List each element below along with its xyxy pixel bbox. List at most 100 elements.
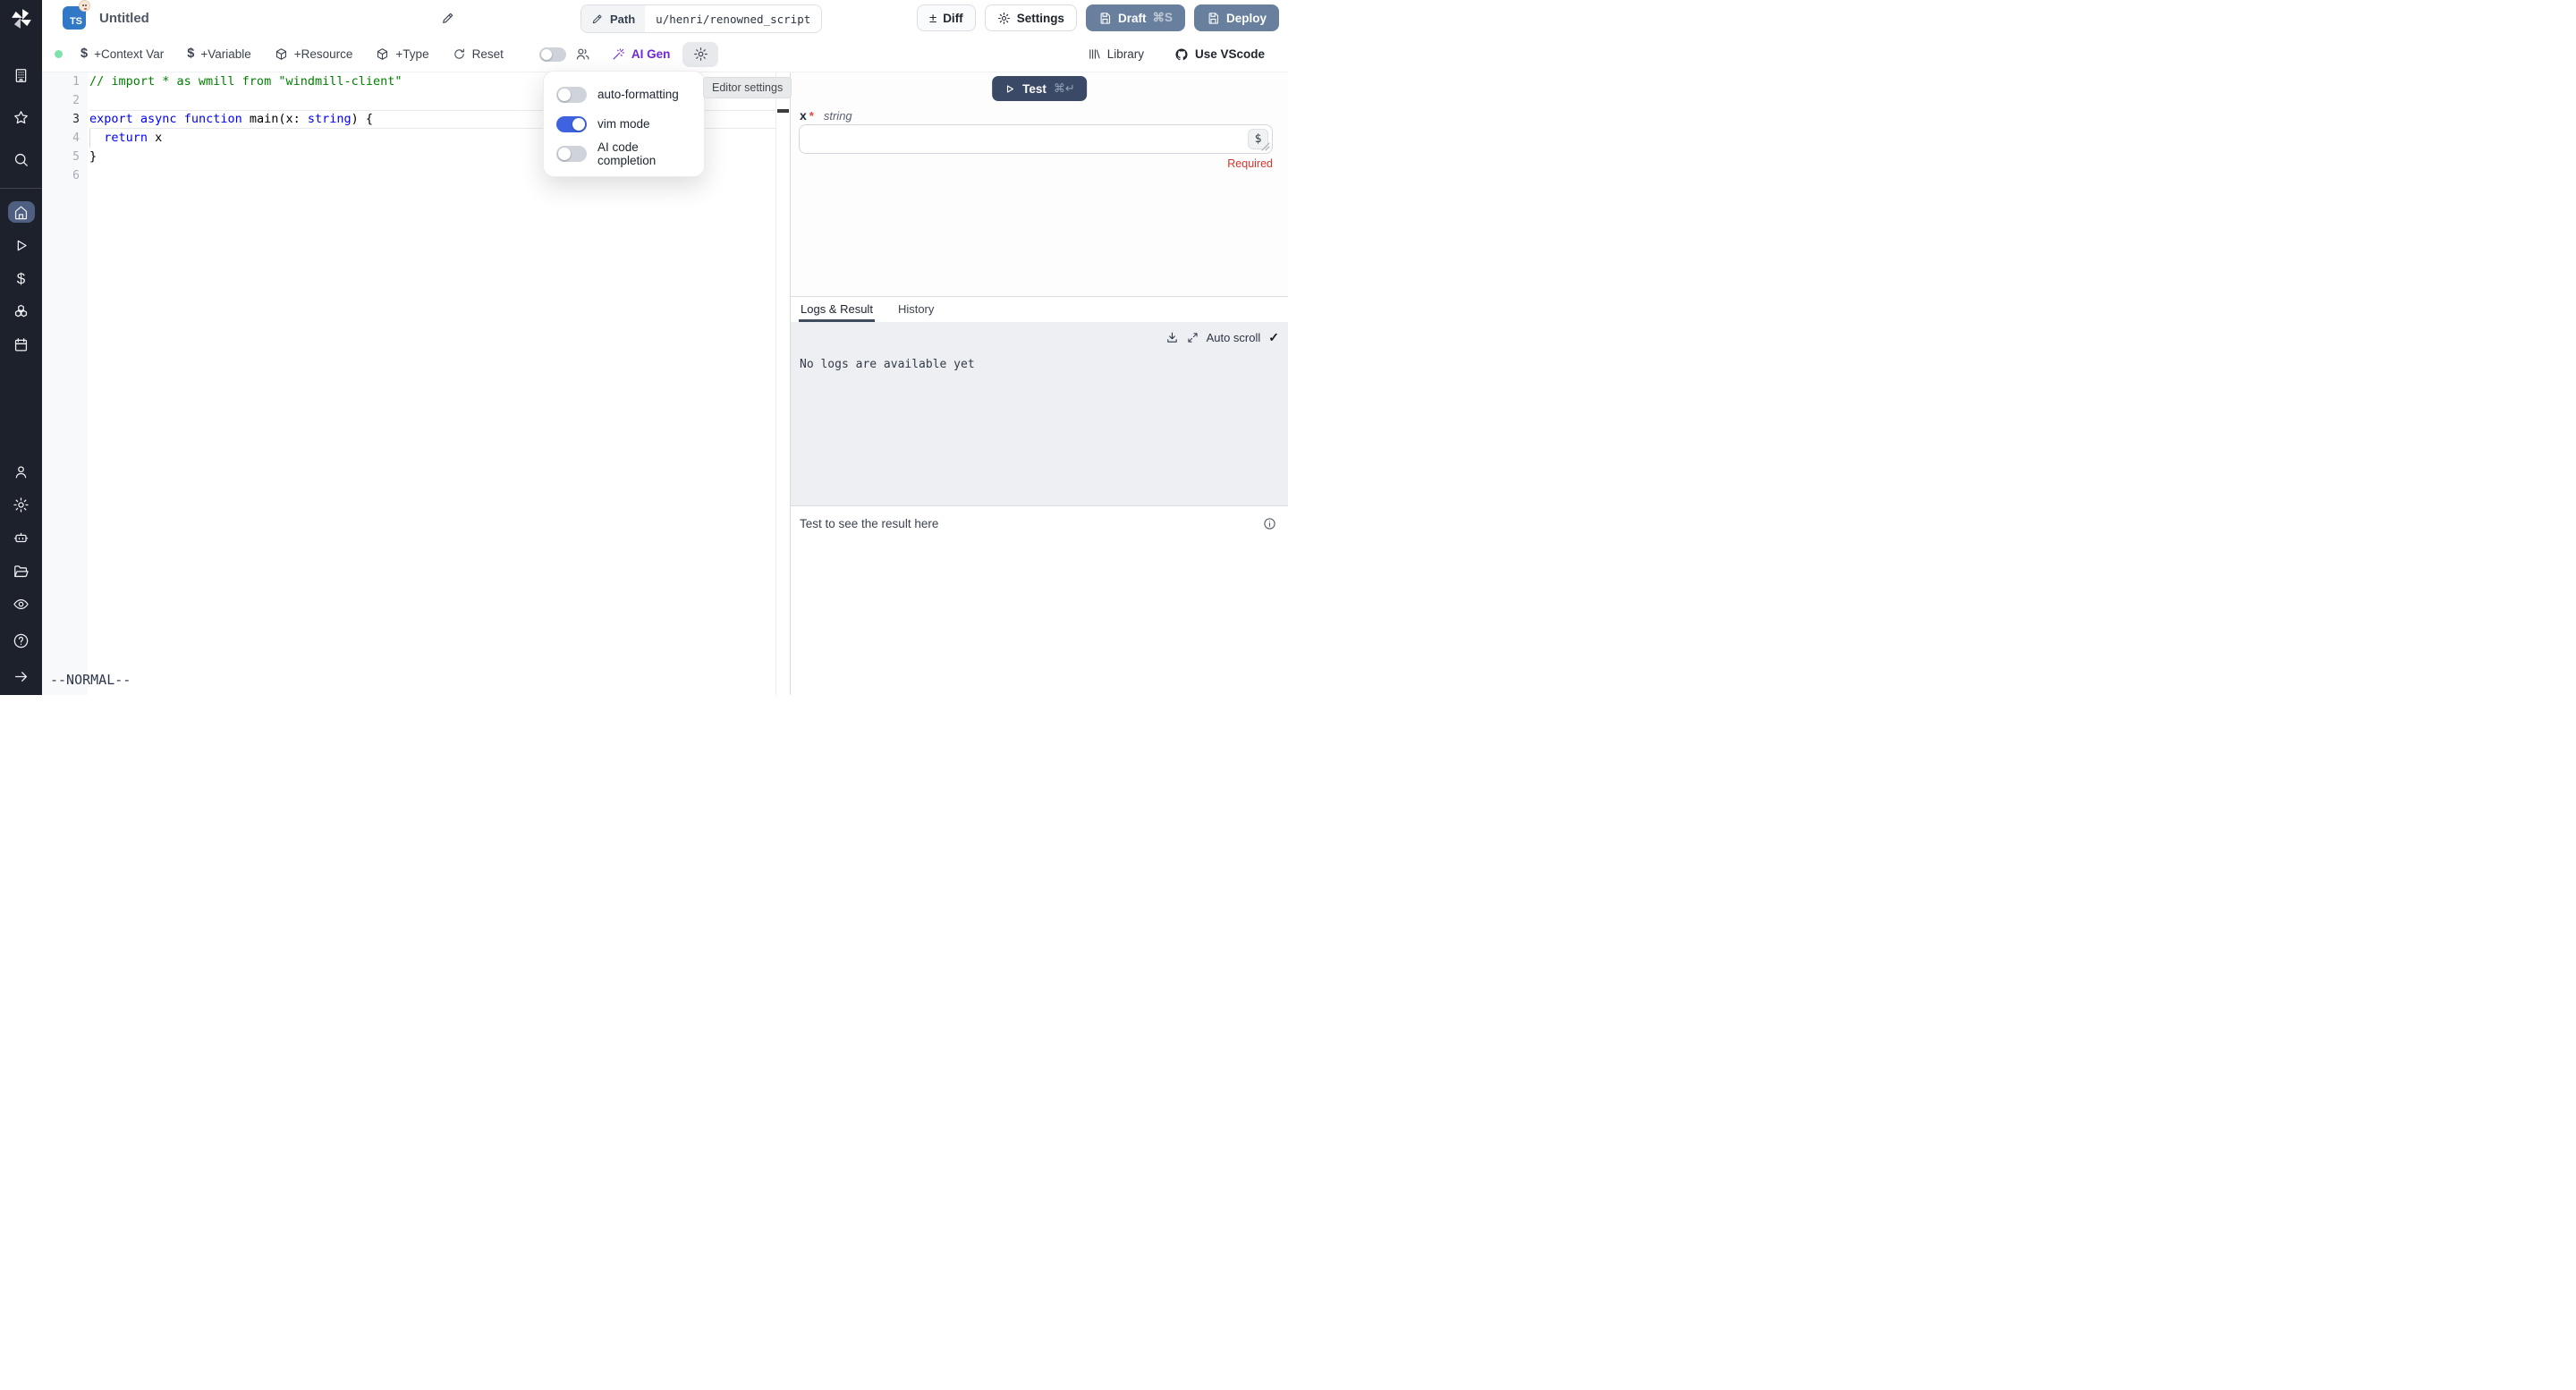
editor-settings-button[interactable] xyxy=(682,42,718,67)
logs-controls: Auto scroll ✓ xyxy=(1165,330,1279,345)
sidebar-item-home[interactable] xyxy=(8,201,35,223)
auto-formatting-toggle[interactable] xyxy=(556,87,587,103)
reset-button[interactable]: Reset xyxy=(453,47,504,61)
editor-toolbar: $ +Context Var $ +Variable +Resource +Ty… xyxy=(42,37,1288,72)
toolbar-right: Library Use VScode xyxy=(1088,47,1288,62)
add-context-var-button[interactable]: $ +Context Var xyxy=(80,47,164,61)
ai-gen-button[interactable]: AI Gen xyxy=(612,47,671,61)
tab-logs-result[interactable]: Logs & Result xyxy=(799,297,875,322)
sidebar-bottom-group xyxy=(8,630,35,695)
sidebar-item-runs[interactable] xyxy=(8,234,35,256)
sidebar-item-workers[interactable] xyxy=(8,527,35,548)
editor-settings-menu: auto-formatting vim mode AI code complet… xyxy=(543,71,705,177)
expand-logs-icon[interactable] xyxy=(1187,332,1199,343)
search-icon[interactable] xyxy=(8,148,35,170)
sidebar-item-favorites[interactable] xyxy=(8,106,35,128)
add-type-button[interactable]: +Type xyxy=(376,47,428,61)
vim-mode-status: --NORMAL-- xyxy=(50,672,131,688)
users-icon xyxy=(575,47,590,62)
draft-shortcut: ⌘S xyxy=(1152,11,1173,25)
draft-button[interactable]: Draft ⌘S xyxy=(1086,4,1185,31)
vim-mode-toggle[interactable] xyxy=(556,116,587,132)
plus-minus-icon: ± xyxy=(929,12,936,25)
resize-grip-icon[interactable] xyxy=(1261,142,1270,151)
package-icon xyxy=(275,47,288,61)
download-logs-icon[interactable] xyxy=(1165,331,1179,344)
dollar-icon: $ xyxy=(187,47,194,61)
menu-item-ai-code-completion[interactable]: AI code completion xyxy=(544,139,704,168)
editor-settings-tooltip: Editor settings xyxy=(703,77,792,98)
argument-type: string xyxy=(824,109,852,123)
line-number: 3 xyxy=(42,110,88,129)
settings-button[interactable]: Settings xyxy=(985,4,1077,31)
github-icon xyxy=(1174,47,1189,62)
overview-ruler-cursor-mark xyxy=(777,109,789,113)
sidebar-top-group xyxy=(8,64,35,170)
editor-scroll-gutter xyxy=(775,72,776,695)
script-emoji-avatar xyxy=(79,0,90,12)
test-panel: Test ⌘↵ x* string $ Required Logs & Resu… xyxy=(791,72,1288,695)
line-number: 2 xyxy=(42,91,88,110)
topbar: TS Untitled Path u/henri/renowned_script… xyxy=(42,0,1288,37)
result-placeholder: Test to see the result here xyxy=(800,517,938,530)
line-number-gutter: 123456 xyxy=(42,72,88,185)
wand-icon xyxy=(612,47,625,61)
help-icon[interactable] xyxy=(8,630,35,651)
info-icon[interactable] xyxy=(1263,517,1276,530)
deploy-button[interactable]: Deploy xyxy=(1194,4,1279,31)
add-resource-button[interactable]: +Resource xyxy=(275,47,353,61)
required-asterisk: * xyxy=(809,109,814,123)
test-shortcut: ⌘↵ xyxy=(1054,81,1075,96)
path-button[interactable]: Path u/henri/renowned_script xyxy=(580,4,822,33)
menu-item-vim-mode[interactable]: vim mode xyxy=(544,109,704,139)
sidebar-item-folders[interactable] xyxy=(8,560,35,581)
save-icon xyxy=(1098,12,1112,25)
sidebar-item-workspace[interactable] xyxy=(8,64,35,86)
gear-icon xyxy=(997,12,1011,25)
lsp-status-dot xyxy=(55,50,63,58)
sidebar-divider xyxy=(0,188,42,189)
sidebar-item-resources[interactable] xyxy=(8,301,35,322)
tab-history[interactable]: History xyxy=(896,297,936,322)
sidebar-item-variables[interactable]: $ xyxy=(8,267,35,289)
line-number: 4 xyxy=(42,129,88,148)
line-number: 5 xyxy=(42,148,88,166)
menu-item-auto-formatting[interactable]: auto-formatting xyxy=(544,80,704,109)
argument-input[interactable]: $ xyxy=(799,124,1273,154)
no-logs-message: No logs are available yet xyxy=(800,358,975,371)
logs-pane: Auto scroll ✓ No logs are available yet xyxy=(791,322,1288,505)
line-number: 6 xyxy=(42,166,88,185)
result-pane: Test to see the result here xyxy=(791,505,1288,695)
auto-scroll-checkmark[interactable]: ✓ xyxy=(1268,330,1279,345)
argument-label: x* string xyxy=(800,108,852,123)
package-icon xyxy=(376,47,389,61)
sidebar-item-settings[interactable] xyxy=(8,494,35,515)
sidebar-admin-group xyxy=(8,461,35,614)
script-title: Untitled xyxy=(99,0,149,37)
multiplayer-group xyxy=(539,47,590,62)
test-button[interactable]: Test ⌘↵ xyxy=(992,76,1087,101)
required-validation-text: Required xyxy=(1227,157,1273,170)
pencil-icon xyxy=(591,13,604,25)
sidebar-item-schedules[interactable] xyxy=(8,334,35,355)
reset-icon xyxy=(453,47,466,61)
ai-code-completion-toggle[interactable] xyxy=(556,146,587,162)
path-label: Path xyxy=(610,13,635,26)
dollar-icon: $ xyxy=(80,47,88,61)
diff-button[interactable]: ± Diff xyxy=(917,4,976,31)
windmill-logo-icon[interactable] xyxy=(10,7,33,30)
add-variable-button[interactable]: $ +Variable xyxy=(187,47,251,61)
edit-title-pencil-icon[interactable] xyxy=(439,9,457,27)
sidebar-item-users[interactable] xyxy=(8,461,35,482)
expand-sidebar-icon[interactable] xyxy=(8,665,35,687)
multiplayer-toggle[interactable] xyxy=(539,47,566,62)
sidebar: $ xyxy=(0,0,42,695)
result-tabs: Logs & Result History xyxy=(791,296,1288,322)
library-button[interactable]: Library xyxy=(1088,47,1144,61)
auto-scroll-label[interactable]: Auto scroll xyxy=(1207,331,1261,344)
sidebar-item-audit-logs[interactable] xyxy=(8,593,35,614)
play-icon xyxy=(1004,83,1015,95)
windmill-script-editor: $ TS Untitled Path u/henri/renowned_scri… xyxy=(0,0,1288,695)
path-value: u/henri/renowned_script xyxy=(645,5,821,32)
use-vscode-button[interactable]: Use VScode xyxy=(1174,47,1265,62)
